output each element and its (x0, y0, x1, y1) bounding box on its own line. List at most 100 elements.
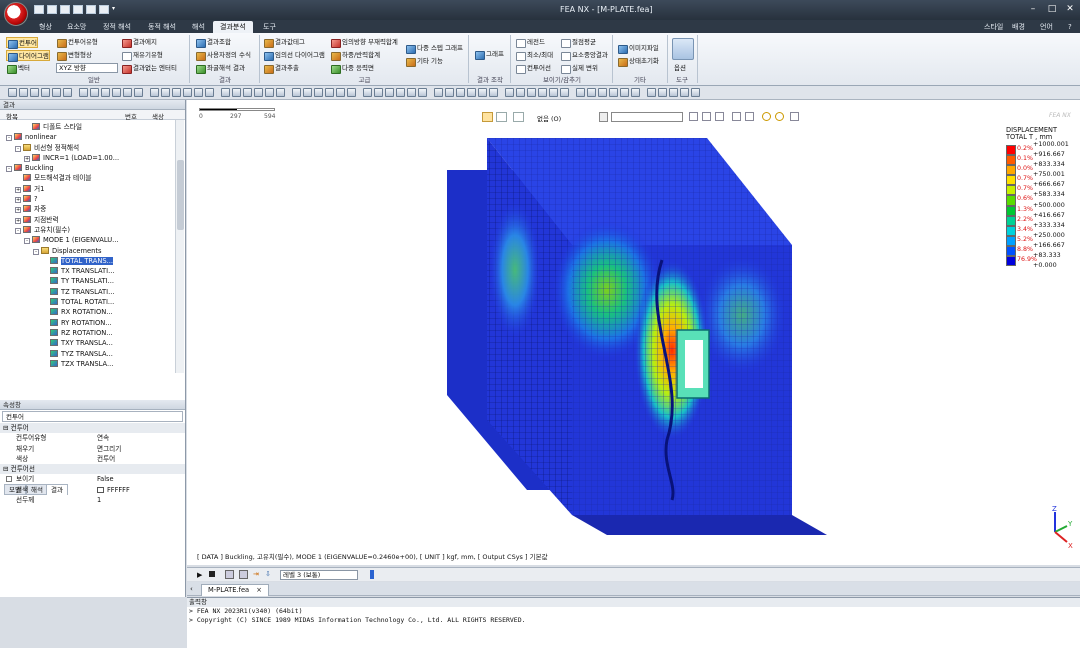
node-icon[interactable] (407, 88, 416, 97)
tree-item[interactable]: - 비선형 정적해석 (0, 143, 185, 153)
tree-item[interactable]: 모드해석결과 테이블 (0, 173, 185, 183)
close-button[interactable]: ✕ (1061, 3, 1079, 16)
options-button-label[interactable]: 옵션 (674, 62, 686, 72)
tree-item[interactable]: + 지점반력 (0, 215, 185, 225)
iso-view-icon[interactable] (587, 88, 596, 97)
speed-down-icon[interactable]: ⇥ (253, 570, 259, 578)
animation-level-select[interactable]: 레벨 3 (보통) (280, 570, 358, 580)
customize-quick-access-icon[interactable]: ▾ (112, 5, 119, 14)
persp-icon[interactable] (631, 88, 640, 97)
tree-item[interactable]: TZ TRANSLATI... (0, 287, 185, 297)
arbitrary-member-force-button[interactable]: 임의방향 부재력합계 (330, 37, 398, 48)
settings-icon[interactable] (239, 570, 248, 579)
tree-item[interactable]: - nonlinear (0, 132, 185, 142)
diagram-button[interactable]: 다이어그램 (6, 50, 50, 62)
tree-item[interactable]: TOTAL ROTATI... (0, 297, 185, 307)
property-value[interactable]: 면그리기 (97, 444, 121, 454)
expand-toggle-icon[interactable]: + (15, 197, 21, 204)
filter-icon[interactable] (434, 88, 443, 97)
camera-icon[interactable] (363, 88, 372, 97)
pan-icon[interactable] (205, 88, 214, 97)
graph-button[interactable]: 그래프 (474, 49, 504, 60)
tree-item[interactable]: TXY TRANSLA... (0, 338, 185, 348)
label-icon[interactable] (134, 88, 143, 97)
tree-item[interactable]: RZ ROTATION... (0, 328, 185, 338)
filter-icon[interactable] (112, 88, 121, 97)
background-menu[interactable]: 배경 (1012, 21, 1025, 33)
property-value[interactable]: 컨투어 (97, 454, 115, 464)
tab-m-plate[interactable]: M-PLATE.fea × (201, 584, 269, 596)
color-icon[interactable] (505, 88, 514, 97)
app-logo-icon[interactable] (4, 2, 28, 26)
fea-model-render[interactable] (447, 120, 827, 535)
box-icon[interactable] (598, 88, 607, 97)
load-reaction-sum-button[interactable]: 하중/반력합계 (330, 50, 380, 61)
lock-icon[interactable] (669, 88, 678, 97)
direction-select[interactable]: XYZ 방향 (56, 63, 118, 73)
persp-icon[interactable] (314, 88, 323, 97)
tree-item[interactable]: TOTAL TRANS... (0, 256, 185, 266)
pin-icon[interactable] (8, 88, 17, 97)
rotate-icon[interactable] (538, 88, 547, 97)
speed-up-icon[interactable]: ⇩ (265, 570, 271, 578)
tree-item[interactable]: - MODE 1 (EIGENVALU... (0, 235, 185, 245)
camera-icon[interactable] (680, 88, 689, 97)
tree-item[interactable]: TY TRANSLATI... (0, 276, 185, 286)
user-formula-button[interactable]: 사용자정의 수식 (195, 50, 251, 61)
copy-icon[interactable] (374, 88, 383, 97)
front-view-icon[interactable] (560, 88, 569, 97)
property-value[interactable]: False (97, 474, 114, 484)
model-viewport[interactable]: 0 297 594 없음 (O) DISPLACEMENT TOTAL T , … (187, 100, 1080, 565)
camera-icon[interactable] (41, 88, 50, 97)
expand-toggle-icon[interactable]: + (15, 186, 21, 193)
expand-toggle-icon[interactable]: + (15, 207, 21, 214)
options-icon[interactable] (672, 38, 694, 60)
real-displacement-checkbox[interactable]: 실제 변위 (560, 63, 598, 74)
node-icon[interactable] (90, 88, 99, 97)
property-object-select[interactable]: 컨투어 (2, 411, 183, 422)
zoom-icon[interactable] (516, 88, 525, 97)
frame-slider-thumb[interactable] (370, 570, 374, 579)
record-icon[interactable] (225, 570, 234, 579)
tree-item[interactable]: RX ROTATION... (0, 307, 185, 317)
pan-icon[interactable] (527, 88, 536, 97)
top-view-icon[interactable] (576, 88, 585, 97)
tree-item[interactable]: + INCR=1 (LOAD=1.00... (0, 153, 185, 163)
multi-plane-button[interactable]: 다중 응력면 (330, 63, 374, 74)
close-tab-icon[interactable]: × (256, 586, 262, 594)
zoom-icon[interactable] (194, 88, 203, 97)
combine-results-button[interactable]: 결과조합 (195, 37, 231, 48)
multi-step-graph-button[interactable]: 다중 스텝 그래프 (405, 43, 463, 54)
redraw-type-button[interactable]: 재유기유형 (121, 50, 163, 61)
select-icon[interactable] (19, 88, 28, 97)
contour-button[interactable]: 컨투어 (6, 37, 38, 49)
box-icon[interactable] (276, 88, 285, 97)
wire-icon[interactable] (478, 88, 487, 97)
open-file-icon[interactable] (47, 5, 57, 14)
select-icon[interactable] (336, 88, 345, 97)
language-menu[interactable]: 언어 (1040, 21, 1053, 33)
layer-icon[interactable] (609, 88, 618, 97)
display-icon[interactable] (445, 88, 454, 97)
other-functions-button[interactable]: 기타 기능 (405, 56, 443, 67)
redo-icon[interactable] (99, 5, 109, 14)
property-value[interactable]: 1 (97, 495, 101, 505)
shrink-icon[interactable] (467, 88, 476, 97)
result-edge-button[interactable]: 결과에지 (121, 37, 157, 48)
element-icon[interactable] (101, 88, 110, 97)
expand-toggle-icon[interactable]: - (6, 166, 12, 173)
tree-item[interactable]: 디폴트 스타일 (0, 122, 185, 132)
pin-icon[interactable] (325, 88, 334, 97)
tree-item[interactable]: - 고유치(필수) (0, 225, 185, 235)
grid-icon[interactable] (396, 88, 405, 97)
result-tag-button[interactable]: 결과값테그 (263, 37, 305, 48)
section-toggle-icon[interactable]: ⊟ (3, 465, 11, 473)
lock-icon[interactable] (30, 88, 39, 97)
style-menu[interactable]: 스타일 (984, 21, 1003, 33)
tab-static-analysis[interactable]: 정적 해석 (96, 21, 138, 33)
minimize-button[interactable]: – (1024, 3, 1042, 16)
vector-button[interactable]: 벡터 (6, 63, 30, 74)
tab-mesh[interactable]: 요소망 (60, 21, 93, 33)
rotate-icon[interactable] (221, 88, 230, 97)
copy-icon[interactable] (691, 88, 700, 97)
